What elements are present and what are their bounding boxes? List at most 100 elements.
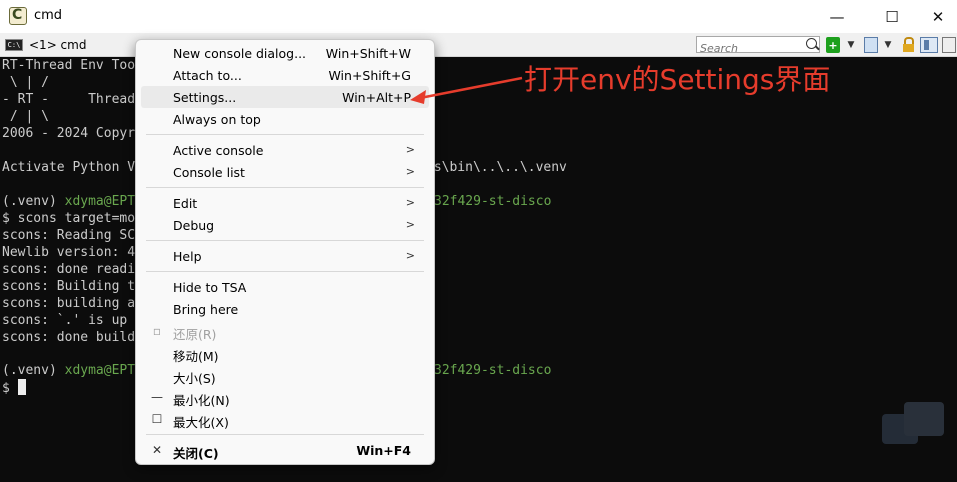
split-view-icon[interactable] <box>864 37 878 53</box>
menu-item-label: Bring here <box>173 302 239 317</box>
maximize-icon: ☐ <box>151 412 163 426</box>
menu-item-label: 关闭(C) <box>173 446 219 461</box>
search-input[interactable] <box>697 41 807 56</box>
new-console-dropdown-icon[interactable]: ▼ <box>845 37 857 53</box>
menu-separator <box>146 271 424 272</box>
split-dropdown-icon[interactable]: ▼ <box>882 37 894 53</box>
window-title: cmd <box>34 8 63 23</box>
menu-item-console-list[interactable]: Console list > <box>141 161 429 183</box>
console-line: scons: Reading SC <box>2 228 136 243</box>
panel-layout-icon[interactable] <box>920 37 938 53</box>
maximize-button[interactable]: ☐ <box>868 0 916 33</box>
console-fragment-board: 32f429-st-disco <box>434 194 552 209</box>
console-line: scons: Building t <box>2 279 136 294</box>
menu-item-new-console-dialog[interactable]: New console dialog... Win+Shift+W <box>141 42 429 64</box>
menu-item-label: Hide to TSA <box>173 280 247 295</box>
maximize-icon: ☐ <box>885 7 899 26</box>
close-icon: ✕ <box>931 7 945 26</box>
more-icon[interactable] <box>942 37 956 53</box>
console-icon: C:\ <box>5 39 23 51</box>
menu-item-settings[interactable]: Settings... Win+Alt+P <box>141 86 429 108</box>
console-line: 2006 - 2024 Copyr <box>2 126 136 141</box>
close-icon: ✕ <box>151 443 163 457</box>
search-box[interactable] <box>696 36 820 56</box>
menu-item-label: Console list <box>173 165 245 180</box>
chevron-right-icon: > <box>405 143 415 156</box>
menu-item-label: Help <box>173 249 202 264</box>
prompt-user: xdyma@EPT <box>64 363 136 378</box>
console-line: scons: done readi <box>2 262 136 277</box>
console-line: Activate Python V <box>2 160 136 175</box>
text-cursor <box>17 379 26 395</box>
menu-item-shortcut: Win+F4 <box>356 443 411 458</box>
menu-item-label: Debug <box>173 218 215 233</box>
console-line: (.venv) xdyma@EPT <box>2 193 135 210</box>
menu-item-label: 移动(M) <box>173 349 219 364</box>
app-icon[interactable] <box>9 7 27 25</box>
close-button[interactable]: ✕ <box>914 0 957 33</box>
menu-separator <box>146 187 424 188</box>
menu-item-active-console[interactable]: Active console > <box>141 139 429 161</box>
console-line: scons: done build <box>2 330 136 345</box>
console-line: scons: `.' is up <box>2 313 128 328</box>
console-line: RT-Thread Env Too <box>2 58 136 73</box>
tab-label: <1> cmd <box>29 38 87 52</box>
prompt-user: xdyma@EPT <box>64 194 136 209</box>
prompt-env: (.venv) <box>2 194 65 209</box>
prompt-env: (.venv) <box>2 363 65 378</box>
new-console-button[interactable]: + <box>826 37 840 53</box>
search-icon[interactable] <box>806 38 817 49</box>
menu-item-label: Attach to... <box>173 68 242 83</box>
console-line: - RT - Thread <box>2 92 136 107</box>
system-context-menu: New console dialog... Win+Shift+W Attach… <box>135 39 435 465</box>
menu-item-shortcut: Win+Alt+P <box>342 90 411 105</box>
minimize-button[interactable]: — <box>813 0 861 33</box>
menu-item-label: 最大化(X) <box>173 415 229 430</box>
menu-item-edit[interactable]: Edit > <box>141 192 429 214</box>
menu-item-shortcut: Win+Shift+G <box>328 68 411 83</box>
console-fragment-venv-path: ls\bin\..\..\.venv <box>426 160 567 175</box>
title-bar: cmd — ☐ ✕ <box>0 0 957 33</box>
menu-separator <box>146 434 424 435</box>
chevron-right-icon: > <box>405 196 415 209</box>
console-line: \ | / <box>2 75 49 90</box>
menu-item-restore: ▫ 还原(R) <box>141 320 429 342</box>
tab-cmd[interactable]: C:\ <1> cmd <box>5 35 95 55</box>
prompt-dollar: $ <box>2 381 18 396</box>
menu-item-label: 最小化(N) <box>173 393 230 408</box>
lock-icon[interactable] <box>902 37 914 53</box>
minimize-icon: — <box>829 7 845 26</box>
menu-item-debug[interactable]: Debug > <box>141 214 429 236</box>
menu-item-minimize[interactable]: — 最小化(N) <box>141 386 429 408</box>
menu-separator <box>146 240 424 241</box>
watermark-logo <box>878 400 948 470</box>
menu-item-label: Active console <box>173 143 264 158</box>
menu-item-hide-to-tsa[interactable]: Hide to TSA <box>141 276 429 298</box>
chevron-right-icon: > <box>405 218 415 231</box>
console-line: Newlib version: 4 <box>2 245 136 260</box>
restore-icon: ▫ <box>152 324 162 338</box>
menu-item-label: Settings... <box>173 90 237 105</box>
chevron-right-icon: > <box>405 249 415 262</box>
menu-item-label: 大小(S) <box>173 371 216 386</box>
menu-item-maximize[interactable]: ☐ 最大化(X) <box>141 408 429 430</box>
menu-item-close[interactable]: ✕ 关闭(C) Win+F4 <box>141 439 429 461</box>
menu-item-label: New console dialog... <box>173 46 307 61</box>
menu-item-label: Edit <box>173 196 198 211</box>
menu-item-size[interactable]: 大小(S) <box>141 364 429 386</box>
menu-item-label: 还原(R) <box>173 327 217 342</box>
menu-separator <box>146 134 424 135</box>
menu-item-shortcut: Win+Shift+W <box>325 46 411 61</box>
menu-item-move[interactable]: 移动(M) <box>141 342 429 364</box>
console-line: (.venv) xdyma@EPT <box>2 362 135 379</box>
console-line: / | \ <box>2 109 49 124</box>
console-line: $ <box>2 379 26 397</box>
menu-item-always-on-top[interactable]: Always on top <box>141 108 429 130</box>
menu-item-attach-to[interactable]: Attach to... Win+Shift+G <box>141 64 429 86</box>
menu-item-help[interactable]: Help > <box>141 245 429 267</box>
minimize-icon: — <box>151 390 163 404</box>
menu-item-label: Always on top <box>173 112 261 127</box>
console-fragment-board: 32f429-st-disco <box>434 363 552 378</box>
chevron-right-icon: > <box>405 165 415 178</box>
menu-item-bring-here[interactable]: Bring here <box>141 298 429 320</box>
